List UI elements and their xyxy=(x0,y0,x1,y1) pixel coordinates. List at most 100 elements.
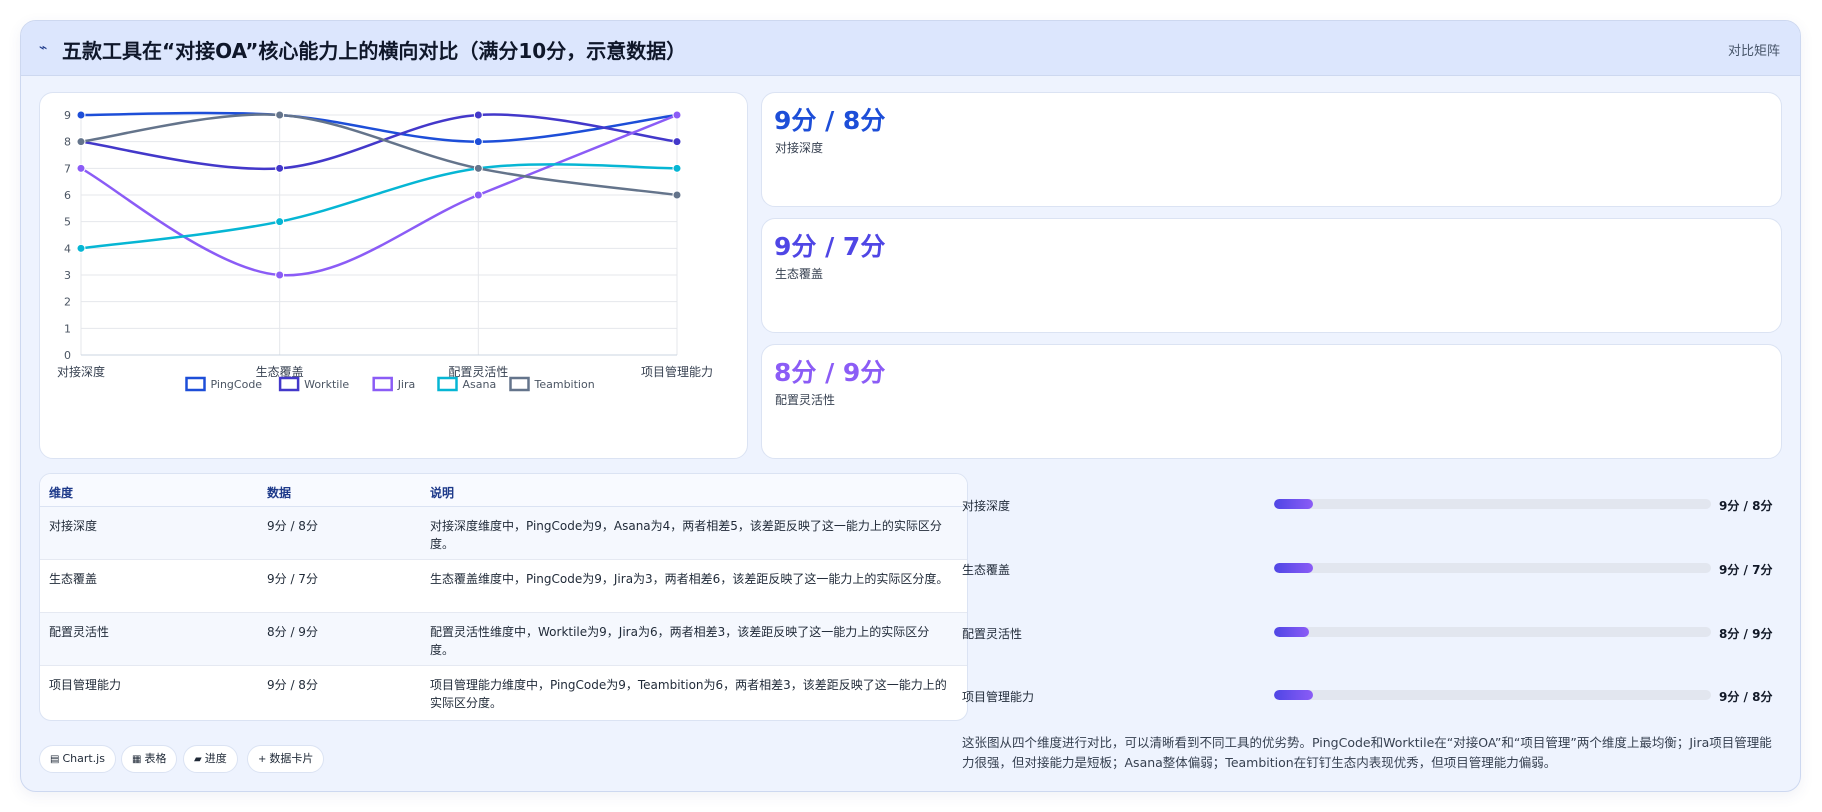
progress-row: 生态覆盖 9分 / 7分 xyxy=(962,557,1772,581)
table-tag[interactable]: ▦ 表格 xyxy=(121,745,178,773)
table-header: 维度 数据 说明 xyxy=(40,474,967,507)
data-point xyxy=(275,217,285,227)
progress-fill xyxy=(1274,563,1314,573)
progress-label: 配置灵活性 xyxy=(962,627,1023,641)
page-title: 五款工具在“对接OA”核心能力上的横向对比（满分10分，示意数据） xyxy=(62,39,687,63)
table-row: 配置灵活性 8分 / 9分 配置灵活性维度中，Worktile为9，Jira为6… xyxy=(40,613,967,666)
progress-label: 生态覆盖 xyxy=(962,563,1011,577)
table-row: 生态覆盖 9分 / 7分 生态覆盖维度中，PingCode为9，Jira为3，两… xyxy=(40,560,967,613)
legend-swatch xyxy=(372,376,393,392)
pulse-icon: ⌁ xyxy=(39,40,48,56)
stat-card: 9分 / 7分 生态覆盖 xyxy=(761,218,1782,333)
series-line xyxy=(80,113,678,197)
cell-data: 9分 / 8分 xyxy=(267,519,318,533)
cell-description: 生态覆盖维度中，PingCode为9，Jira为3，两者相差6，该差距反映了这一… xyxy=(430,572,949,586)
y-tick-label: 1 xyxy=(64,322,71,335)
y-tick-label: 3 xyxy=(64,269,71,282)
line-chart-card: 0 1 2 3 4 5 6 7 8 9 对接深度 生态覆盖 配置灵活性 项目管理能力 PingCode Wor… xyxy=(39,92,748,459)
cell-dimension: 配置灵活性 xyxy=(49,625,110,639)
y-tick-label: 8 xyxy=(64,136,71,149)
data-point xyxy=(672,110,682,120)
progress-track xyxy=(1274,627,1711,637)
column-header-dimension: 维度 xyxy=(49,486,74,500)
legend-swatch xyxy=(509,376,530,392)
stat-value: 9分 / 8分 xyxy=(774,106,886,135)
data-point xyxy=(275,110,285,120)
progress-label: 对接深度 xyxy=(962,499,1011,513)
tag-label: 表格 xyxy=(144,752,167,765)
data-point xyxy=(76,137,86,147)
data-point xyxy=(473,110,483,120)
tag-label: 进度 xyxy=(204,752,227,765)
data-point xyxy=(473,137,483,147)
stat-card: 8分 / 9分 配置灵活性 xyxy=(761,344,1782,459)
progress-row: 对接深度 9分 / 8分 xyxy=(962,493,1772,517)
table-row: 项目管理能力 9分 / 8分 项目管理能力维度中，PingCode为9，Team… xyxy=(40,666,967,719)
progress-row: 配置灵活性 8分 / 9分 xyxy=(962,621,1772,645)
progress-track xyxy=(1274,690,1711,700)
progress-value: 8分 / 9分 xyxy=(1719,627,1773,641)
progress-icon: ▰ xyxy=(194,754,202,765)
y-tick-label: 0 xyxy=(64,349,71,362)
table-row: 对接深度 9分 / 8分 对接深度维度中，PingCode为9，Asana为4，… xyxy=(40,507,967,560)
chartjs-tag[interactable]: ▤ Chart.js xyxy=(39,745,116,773)
legend-swatch xyxy=(278,376,300,392)
data-point xyxy=(473,163,483,173)
progress-label: 项目管理能力 xyxy=(962,690,1035,704)
panel-header: ⌁ 五款工具在“对接OA”核心能力上的横向对比（满分10分，示意数据） 对比矩阵 xyxy=(21,21,1800,76)
series-line xyxy=(80,163,678,250)
cell-description: 配置灵活性维度中，Worktile为9，Jira为6，两者相差3，该差距反映了这… xyxy=(430,625,930,657)
chart-icon: ▤ xyxy=(50,754,60,765)
cell-data: 9分 / 7分 xyxy=(267,572,318,586)
y-tick-label: 9 xyxy=(64,109,71,122)
cell-dimension: 项目管理能力 xyxy=(49,678,122,692)
progress-fill xyxy=(1274,499,1314,509)
legend-label: Worktile xyxy=(304,378,349,391)
cell-data: 9分 / 8分 xyxy=(267,678,318,692)
plus-icon: + xyxy=(258,754,267,765)
data-point xyxy=(473,190,483,200)
data-point xyxy=(275,163,285,173)
data-point xyxy=(275,270,285,280)
column-header-description: 说明 xyxy=(430,486,455,500)
progress-value: 9分 / 7分 xyxy=(1719,563,1773,577)
cell-dimension: 生态覆盖 xyxy=(49,572,98,586)
legend-swatch xyxy=(185,376,206,392)
stat-label: 生态覆盖 xyxy=(775,267,824,281)
cell-dimension: 对接深度 xyxy=(49,519,98,533)
summary-text: 这张图从四个维度进行对比，可以清晰看到不同工具的优劣势。PingCode和Wor… xyxy=(962,735,1772,770)
x-tick-label: 对接深度 xyxy=(57,364,105,379)
progress-track xyxy=(1274,563,1711,573)
legend-swatch xyxy=(437,376,458,392)
progress-value: 9分 / 8分 xyxy=(1719,499,1773,513)
progress-tag[interactable]: ▰ 进度 xyxy=(183,745,238,773)
legend-label: PingCode xyxy=(211,378,263,391)
comparison-matrix-link[interactable]: 对比矩阵 xyxy=(1728,40,1780,59)
stat-label: 对接深度 xyxy=(775,141,824,155)
progress-row: 项目管理能力 9分 / 8分 xyxy=(962,684,1772,708)
data-point xyxy=(672,137,682,147)
y-tick-label: 6 xyxy=(64,189,71,202)
data-point xyxy=(672,163,682,173)
data-card-tag[interactable]: + 数据卡片 xyxy=(247,745,325,773)
stat-value: 8分 / 9分 xyxy=(774,358,886,387)
comparison-table: 维度 数据 说明 对接深度 9分 / 8分 对接深度维度中，PingCode为9… xyxy=(39,473,968,721)
tag-label: 数据卡片 xyxy=(269,752,314,765)
x-tick-label: 项目管理能力 xyxy=(641,364,713,379)
legend-label: Jira xyxy=(397,378,416,391)
tag-label: Chart.js xyxy=(62,752,105,765)
column-header-data: 数据 xyxy=(267,486,292,500)
progress-fill xyxy=(1274,627,1309,637)
progress-track xyxy=(1274,499,1711,509)
y-tick-label: 5 xyxy=(64,216,71,229)
stat-card: 9分 / 8分 对接深度 xyxy=(761,92,1782,207)
cell-data: 8分 / 9分 xyxy=(267,625,318,639)
data-point xyxy=(76,163,86,173)
legend-label: Teambition xyxy=(534,378,595,391)
table-icon: ▦ xyxy=(132,754,142,765)
y-tick-label: 7 xyxy=(64,162,71,175)
stat-value: 9分 / 7分 xyxy=(774,232,886,261)
y-tick-label: 2 xyxy=(64,296,71,309)
cell-description: 项目管理能力维度中，PingCode为9，Teambition为6，两者相差3，… xyxy=(430,678,947,710)
data-point xyxy=(672,190,682,200)
